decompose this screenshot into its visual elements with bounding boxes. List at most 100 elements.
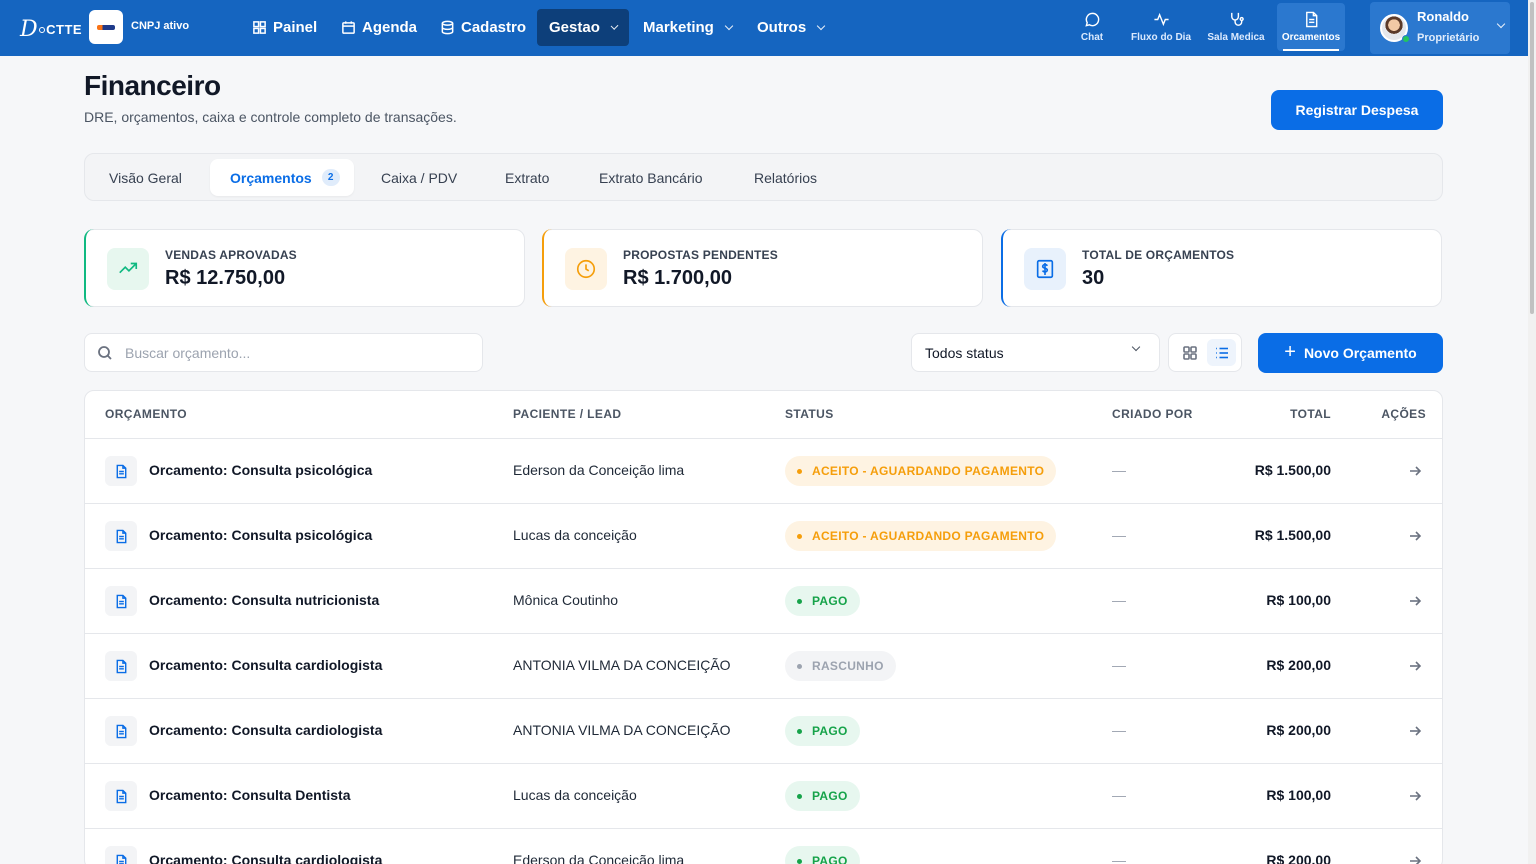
status-text: RASCUNHO xyxy=(812,659,884,673)
grid-icon xyxy=(1182,345,1197,360)
quick-orcamentos[interactable]: Orcamentos xyxy=(1277,3,1345,51)
table-row[interactable]: Orcamento: Consulta cardiologista ANTONIA… xyxy=(85,634,1442,699)
patient-name: ANTONIA VILMA DA CONCEIÇÃO xyxy=(513,657,731,673)
tab-label: Relatórios xyxy=(754,169,818,186)
nav-outros[interactable]: Outros xyxy=(745,9,836,46)
nav-gestao-label: Gestao xyxy=(549,19,600,36)
patient-name: Ederson da Conceição lima xyxy=(513,852,685,864)
created-by: — xyxy=(1112,852,1126,864)
nav-painel-label: Painel xyxy=(273,19,318,36)
new-budget-button[interactable]: + Novo Orçamento xyxy=(1258,333,1443,373)
created-by: — xyxy=(1112,722,1126,738)
nav-painel[interactable]: Painel xyxy=(240,9,329,46)
tab-relatorios[interactable]: Relatórios xyxy=(734,159,837,196)
arrow-right-icon[interactable] xyxy=(1407,593,1423,609)
nav-agenda-label: Agenda xyxy=(362,19,418,36)
table-row[interactable]: Orcamento: Consulta cardiologista ANTONIA… xyxy=(85,699,1442,764)
quick-chat[interactable]: Chat xyxy=(1068,3,1116,51)
arrow-right-icon[interactable] xyxy=(1407,463,1423,479)
stat-label: PROPOSTAS PENDENTES xyxy=(623,248,778,262)
page-scrollbar[interactable] xyxy=(1528,0,1536,864)
chat-icon xyxy=(1084,12,1099,27)
app-logo[interactable]: D CTTE xyxy=(20,17,82,42)
arrow-right-icon[interactable] xyxy=(1407,528,1423,544)
register-expense-button[interactable]: Registrar Despesa xyxy=(1271,90,1443,130)
budget-name[interactable]: Orcamento: Consulta nutricionista xyxy=(149,592,379,608)
list-view-button[interactable] xyxy=(1207,339,1236,366)
budget-name[interactable]: Orcamento: Consulta cardiologista xyxy=(149,852,382,864)
column-header-status: STATUS xyxy=(785,407,834,421)
created-by: — xyxy=(1112,657,1126,673)
chevron-down-icon xyxy=(816,21,826,30)
quick-chat-label: Chat xyxy=(1080,32,1104,43)
tab-label: Extrato xyxy=(505,169,550,186)
stat-value: R$ 12.750,00 xyxy=(165,267,286,289)
arrow-right-icon[interactable] xyxy=(1407,658,1423,674)
activity-icon xyxy=(1153,12,1169,27)
document-icon xyxy=(1305,11,1317,28)
table-row[interactable]: Orcamento: Consulta cardiologista Ederson… xyxy=(85,829,1442,864)
status-filter-select[interactable]: Todos status xyxy=(911,333,1160,372)
plus-icon: + xyxy=(1284,341,1296,363)
table-row[interactable]: Orcamento: Consulta psicológica Lucas da … xyxy=(85,504,1442,569)
document-icon xyxy=(105,586,137,616)
table-row[interactable]: Orcamento: Consulta Dentista Lucas da con… xyxy=(85,764,1442,829)
document-icon xyxy=(105,846,137,864)
arrow-right-icon[interactable] xyxy=(1407,723,1423,739)
cnpj-status: CNPJ ativo xyxy=(131,20,190,32)
scrollbar-thumb[interactable] xyxy=(1530,2,1534,314)
nav-agenda[interactable]: Agenda xyxy=(329,9,429,46)
tab-extrato[interactable]: Extrato xyxy=(485,159,569,196)
budget-name[interactable]: Orcamento: Consulta cardiologista xyxy=(149,657,382,673)
status-dot xyxy=(797,728,802,734)
search-box xyxy=(84,333,483,372)
stat-label: VENDAS APROVADAS xyxy=(165,248,297,262)
chevron-down-icon xyxy=(724,21,734,30)
search-input[interactable] xyxy=(125,344,465,361)
tab-label: Orçamentos xyxy=(230,169,312,186)
arrow-right-icon[interactable] xyxy=(1407,788,1423,804)
table-row[interactable]: Orcamento: Consulta psicológica Ederson d… xyxy=(85,439,1442,504)
budget-name[interactable]: Orcamento: Consulta psicológica xyxy=(149,527,372,543)
budget-name[interactable]: Orcamento: Consulta Dentista xyxy=(149,787,350,803)
stat-card-total-orcamentos: TOTAL DE ORÇAMENTOS 30 xyxy=(1001,229,1442,307)
tab-visao-geral[interactable]: Visão Geral xyxy=(89,159,202,196)
status-text: PAGO xyxy=(812,724,848,738)
chevron-down-icon xyxy=(1496,19,1506,29)
document-icon xyxy=(105,456,137,486)
tab-extrato-bancario[interactable]: Extrato Bancário xyxy=(579,159,723,196)
status-badge: RASCUNHO xyxy=(785,651,896,681)
table-row[interactable]: Orcamento: Consulta nutricionista Mônica … xyxy=(85,569,1442,634)
budget-name[interactable]: Orcamento: Consulta psicológica xyxy=(149,462,372,478)
column-header-acoes: AÇÕES xyxy=(1381,407,1426,421)
status-badge: PAGO xyxy=(785,586,860,616)
nav-gestao[interactable]: Gestao xyxy=(537,9,629,46)
status-dot xyxy=(797,793,802,799)
stat-label: TOTAL DE ORÇAMENTOS xyxy=(1082,248,1235,262)
user-menu[interactable]: Ronaldo Proprietário xyxy=(1370,2,1510,54)
tab-count-badge: 2 xyxy=(321,169,340,186)
tab-caixa-pdv[interactable]: Caixa / PDV xyxy=(361,159,477,196)
chevron-down-icon xyxy=(1131,342,1141,352)
created-by: — xyxy=(1112,787,1126,803)
nav-cadastro[interactable]: Cadastro xyxy=(428,9,538,46)
page-subtitle: DRE, orçamentos, caixa e controle comple… xyxy=(84,109,457,125)
stat-value: R$ 1.700,00 xyxy=(623,267,732,289)
status-dot xyxy=(797,533,802,539)
status-badge: ACEITO - AGUARDANDO PAGAMENTO xyxy=(785,456,1057,486)
quick-fluxo-label: Fluxo do Dia xyxy=(1131,32,1191,43)
nav-marketing-label: Marketing xyxy=(643,19,714,36)
nav-marketing[interactable]: Marketing xyxy=(631,9,744,46)
column-header-total: TOTAL xyxy=(1290,407,1331,421)
quick-fluxo-do-dia[interactable]: Fluxo do Dia xyxy=(1128,3,1194,51)
clinic-logo[interactable] xyxy=(89,10,123,44)
grid-view-button[interactable] xyxy=(1175,339,1204,366)
quick-sala-medica[interactable]: Sala Medica xyxy=(1204,3,1268,51)
tab-orcamentos[interactable]: Orçamentos 2 xyxy=(210,159,354,196)
budget-total: R$ 1.500,00 xyxy=(1254,527,1331,543)
tab-label: Visão Geral xyxy=(109,169,182,186)
budget-name[interactable]: Orcamento: Consulta cardiologista xyxy=(149,722,382,738)
online-status-dot xyxy=(1402,35,1410,43)
budget-total: R$ 200,00 xyxy=(1266,722,1331,738)
arrow-right-icon[interactable] xyxy=(1407,853,1423,864)
